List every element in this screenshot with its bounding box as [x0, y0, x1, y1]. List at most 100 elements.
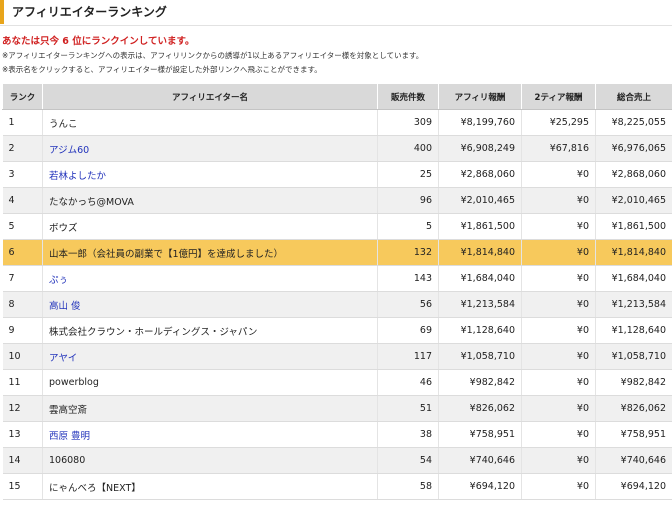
rank-cell: 8 [2, 291, 43, 318]
table-row: 4 たなかっち@MOVA 96 ¥2,010,465 ¥0 ¥2,010,465 [2, 187, 672, 214]
affiliator-name-cell: うんこ [42, 109, 378, 136]
table-row: 12 雲高空斎 51 ¥826,062 ¥0 ¥826,062 [2, 395, 672, 422]
tier2-reward-cell: ¥0 [521, 213, 596, 240]
affiliator-name: powerblog [49, 377, 99, 388]
affiliator-name-cell: アヤイ [42, 343, 378, 370]
tier2-reward-cell: ¥0 [521, 187, 596, 214]
total-sales-cell: ¥1,128,640 [595, 317, 672, 344]
affiliator-name-cell: 106080 [42, 447, 378, 474]
rank-cell: 12 [2, 395, 43, 422]
affiliator-name-cell: ボウズ [42, 213, 378, 240]
sales-count-cell: 309 [377, 109, 439, 136]
affiliator-name-link[interactable]: ぷぅ [49, 275, 68, 286]
ranking-page: アフィリエイターランキング あなたは只今 6 位にランクインしています。 ※アフ… [0, 0, 672, 509]
rank-cell: 2 [2, 135, 43, 162]
affiliator-name-cell: 高山 俊 [42, 291, 378, 318]
ranking-table: ランク アフィリエイター名 販売件数 アフィリ報酬 2ティア報酬 総合売上 1う… [2, 83, 672, 500]
affiliate-reward-cell: ¥1,814,840 [438, 239, 522, 266]
affiliator-name-cell: powerblog [42, 369, 378, 396]
tier2-reward-cell: ¥67,816 [521, 135, 596, 162]
affiliate-reward-cell: ¥6,908,249 [438, 135, 522, 162]
rank-cell: 1 [2, 109, 43, 136]
title-divider [0, 25, 672, 26]
affiliator-name-cell: 若林よしたか [42, 161, 378, 188]
note-eligibility: ※アフィリエイターランキングへの表示は、アフィリリンクからの誘導が1以上あるアフ… [2, 51, 424, 60]
table-row: 13 西原 豊明 38 ¥758,951 ¥0 ¥758,951 [2, 421, 672, 448]
affiliator-name-link[interactable]: アジム60 [49, 145, 89, 156]
affiliator-name-cell: ぷぅ [42, 265, 378, 292]
affiliator-name-link[interactable]: 西原 豊明 [49, 431, 90, 442]
tier2-reward-cell: ¥0 [521, 317, 596, 344]
total-sales-cell: ¥1,213,584 [595, 291, 672, 318]
affiliate-reward-cell: ¥1,684,040 [438, 265, 522, 292]
rank-cell: 11 [2, 369, 43, 396]
table-row: 9 株式会社クラウン・ホールディングス・ジャパン 69 ¥1,128,640 ¥0 ¥1,… [2, 317, 672, 344]
total-sales-cell: ¥2,868,060 [595, 161, 672, 188]
affiliator-name-cell: 山本一郎（会社員の副業で【1億円】を達成しました） [42, 239, 378, 266]
sales-count-cell: 400 [377, 135, 439, 162]
table-row: 14 106080 54 ¥740,646 ¥0 ¥740,646 [2, 447, 672, 474]
tier2-reward-cell: ¥0 [521, 161, 596, 188]
affiliator-name-link[interactable]: 高山 俊 [49, 301, 81, 312]
total-sales-cell: ¥1,058,710 [595, 343, 672, 370]
total-sales-cell: ¥1,861,500 [595, 213, 672, 240]
affiliator-name: うんこ [49, 118, 78, 130]
affiliate-reward-cell: ¥740,646 [438, 447, 522, 474]
table-header-row: ランク アフィリエイター名 販売件数 アフィリ報酬 2ティア報酬 総合売上 [2, 83, 672, 110]
tier2-reward-cell: ¥0 [521, 343, 596, 370]
affiliator-name: 106080 [49, 455, 86, 466]
tier2-reward-cell: ¥0 [521, 421, 596, 448]
affiliator-name: ボウズ [49, 222, 78, 234]
rank-cell: 14 [2, 447, 43, 474]
tier2-reward-cell: ¥0 [521, 473, 596, 500]
affiliator-name: にゃんべろ【NEXT】 [49, 482, 141, 494]
affiliator-name-link[interactable]: 若林よしたか [49, 171, 106, 182]
tier2-reward-cell: ¥0 [521, 239, 596, 266]
total-sales-cell: ¥2,010,465 [595, 187, 672, 214]
affiliator-name: たなかっち@MOVA [49, 196, 134, 208]
note-external-link: ※表示名をクリックすると、アフィリエイター様が設定した外部リンクへ飛ぶことができ… [2, 65, 322, 74]
sales-count-cell: 58 [377, 473, 439, 500]
column-header-total-sales: 総合売上 [595, 83, 672, 110]
tier2-reward-cell: ¥0 [521, 291, 596, 318]
table-row: 3 若林よしたか 25 ¥2,868,060 ¥0 ¥2,868,060 [2, 161, 672, 188]
affiliator-name-cell: 雲高空斎 [42, 395, 378, 422]
tier2-reward-cell: ¥0 [521, 447, 596, 474]
table-row: 11 powerblog 46 ¥982,842 ¥0 ¥982,842 [2, 369, 672, 396]
affiliate-reward-cell: ¥1,058,710 [438, 343, 522, 370]
affiliate-reward-cell: ¥694,120 [438, 473, 522, 500]
sales-count-cell: 5 [377, 213, 439, 240]
affiliate-reward-cell: ¥8,199,760 [438, 109, 522, 136]
rank-cell: 15 [2, 473, 43, 500]
sales-count-cell: 25 [377, 161, 439, 188]
rank-cell: 3 [2, 161, 43, 188]
rank-cell: 13 [2, 421, 43, 448]
table-row: 2 アジム60 400 ¥6,908,249 ¥67,816 ¥6,976,065 [2, 135, 672, 162]
affiliate-reward-cell: ¥2,868,060 [438, 161, 522, 188]
tier2-reward-cell: ¥0 [521, 265, 596, 292]
affiliator-name-cell: たなかっち@MOVA [42, 187, 378, 214]
affiliate-reward-cell: ¥982,842 [438, 369, 522, 396]
affiliator-name: 山本一郎（会社員の副業で【1億円】を達成しました） [49, 248, 284, 260]
total-sales-cell: ¥740,646 [595, 447, 672, 474]
total-sales-cell: ¥1,814,840 [595, 239, 672, 266]
rank-cell: 9 [2, 317, 43, 344]
table-row: 8 高山 俊 56 ¥1,213,584 ¥0 ¥1,213,584 [2, 291, 672, 318]
table-row: 10 アヤイ 117 ¥1,058,710 ¥0 ¥1,058,710 [2, 343, 672, 370]
total-sales-cell: ¥1,684,040 [595, 265, 672, 292]
total-sales-cell: ¥694,120 [595, 473, 672, 500]
affiliator-name-cell: にゃんべろ【NEXT】 [42, 473, 378, 500]
rank-cell: 10 [2, 343, 43, 370]
sales-count-cell: 132 [377, 239, 439, 266]
affiliate-reward-cell: ¥2,010,465 [438, 187, 522, 214]
total-sales-cell: ¥826,062 [595, 395, 672, 422]
sales-count-cell: 56 [377, 291, 439, 318]
affiliator-name-link[interactable]: アヤイ [49, 353, 77, 364]
tier2-reward-cell: ¥25,295 [521, 109, 596, 136]
column-header-rank: ランク [2, 83, 43, 110]
affiliator-name-cell: 西原 豊明 [42, 421, 378, 448]
affiliate-reward-cell: ¥826,062 [438, 395, 522, 422]
sales-count-cell: 46 [377, 369, 439, 396]
rank-cell: 6 [2, 239, 43, 266]
affiliator-name: 株式会社クラウン・ホールディングス・ジャパン [49, 326, 258, 338]
